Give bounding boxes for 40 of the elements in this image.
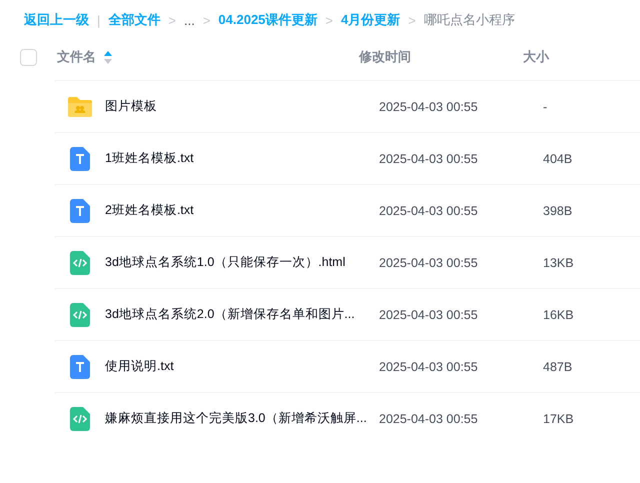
column-header[interactable]: 文件名 (57, 48, 96, 66)
file-size: 16KB (543, 308, 574, 322)
text-file-icon (70, 354, 90, 378)
file-size: 13KB (543, 256, 574, 270)
file-name[interactable]: 1班姓名模板.txt (105, 150, 379, 167)
file-name[interactable]: 2班姓名模板.txt (105, 202, 379, 219)
code-file-icon (70, 250, 90, 274)
code-file-icon (70, 302, 90, 326)
select-all-checkbox[interactable] (20, 48, 37, 66)
file-size: 17KB (543, 412, 574, 426)
breadcrumb-separator: > (325, 12, 334, 28)
file-name[interactable]: 3d地球点名系统1.0（只能保存一次）.html (105, 254, 379, 271)
breadcrumb-separator: | (97, 12, 100, 28)
modified-time: 2025-04-03 00:55 (379, 308, 479, 322)
modified-time: 2025-04-03 00:55 (379, 152, 479, 166)
sort-icon[interactable] (104, 50, 112, 64)
modified-time: 2025-04-03 00:55 (379, 256, 479, 270)
current-folder: 哪吒点名小程序 (424, 11, 515, 29)
column-header[interactable]: 大小 (523, 48, 583, 66)
folder-icon (67, 96, 93, 118)
modified-time: 2025-04-03 00:55 (379, 412, 479, 426)
file-size: 487B (543, 360, 572, 374)
file-size: - (543, 100, 548, 114)
file-name[interactable]: 使用说明.txt (105, 358, 379, 375)
column-header[interactable]: 修改时间 (359, 48, 523, 66)
file-name[interactable]: 3d地球点名系统2.0（新增保存名单和图片... (105, 306, 379, 323)
text-file-icon (70, 198, 90, 222)
breadcrumb-ellipsis[interactable]: ... (184, 12, 195, 28)
file-name[interactable]: 图片模板 (105, 98, 379, 115)
code-file-icon (70, 406, 90, 430)
text-file-icon (70, 146, 90, 170)
file-size: 404B (543, 152, 572, 166)
modified-time: 2025-04-03 00:55 (379, 204, 479, 218)
breadcrumb-separator: > (168, 12, 176, 28)
breadcrumb-separator: > (408, 12, 416, 28)
file-size: 398B (543, 204, 572, 218)
file-name[interactable]: 嫌麻烦直接用这个完美版3.0（新增希沃触屏... (105, 410, 379, 427)
modified-time: 2025-04-03 00:55 (379, 100, 479, 114)
breadcrumb-separator: > (202, 12, 210, 28)
modified-time: 2025-04-03 00:55 (379, 360, 479, 374)
